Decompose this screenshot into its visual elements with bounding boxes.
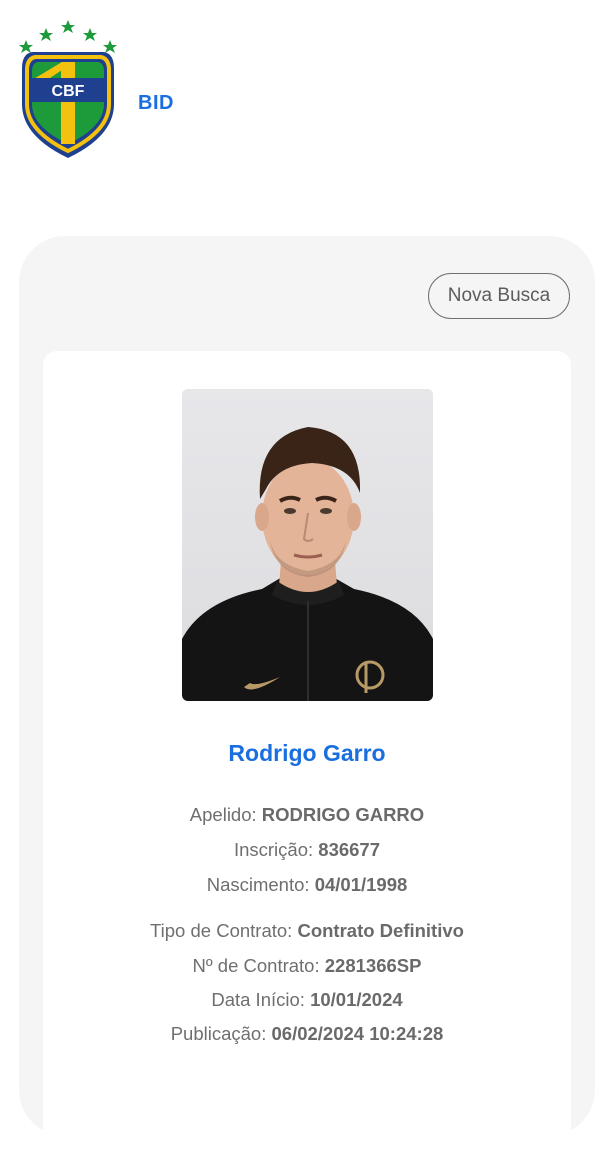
publicacao-value: 06/02/2024 10:24:28 xyxy=(271,1023,444,1044)
crest-text: CBF xyxy=(52,83,85,100)
apelido-value: RODRIGO GARRO xyxy=(261,804,425,825)
new-search-button[interactable]: Nova Busca xyxy=(428,273,570,319)
apelido-row: Apelido: RODRIGO GARRO xyxy=(0,804,614,826)
apelido-label: Apelido: xyxy=(189,804,257,825)
tipo-contrato-label: Tipo de Contrato: xyxy=(150,920,293,941)
nascimento-value: 04/01/1998 xyxy=(314,874,408,895)
data-inicio-label: Data Início: xyxy=(211,989,305,1010)
player-photo xyxy=(182,389,433,701)
inscricao-row: Inscrição: 836677 xyxy=(0,839,614,861)
player-name: Rodrigo Garro xyxy=(228,740,386,766)
numero-contrato-value: 2281366SP xyxy=(324,955,422,976)
numero-contrato-label: Nº de Contrato: xyxy=(192,955,320,976)
tipo-contrato-row: Tipo de Contrato: Contrato Definitivo xyxy=(0,920,614,942)
cbf-crest-logo: CBF xyxy=(19,20,117,158)
nascimento-label: Nascimento: xyxy=(206,874,310,895)
data-inicio-row: Data Início: 10/01/2024 xyxy=(0,989,614,1011)
publicacao-row: Publicação: 06/02/2024 10:24:28 xyxy=(0,1023,614,1045)
tipo-contrato-value: Contrato Definitivo xyxy=(297,920,464,941)
app-header: CBF BID xyxy=(0,0,614,180)
data-inicio-value: 10/01/2024 xyxy=(310,989,403,1010)
nascimento-row: Nascimento: 04/01/1998 xyxy=(0,874,614,896)
section-label: BID xyxy=(138,92,174,114)
numero-contrato-row: Nº de Contrato: 2281366SP xyxy=(0,955,614,977)
inscricao-value: 836677 xyxy=(318,839,381,860)
inscricao-label: Inscrição: xyxy=(233,839,314,860)
publicacao-label: Publicação: xyxy=(170,1023,267,1044)
